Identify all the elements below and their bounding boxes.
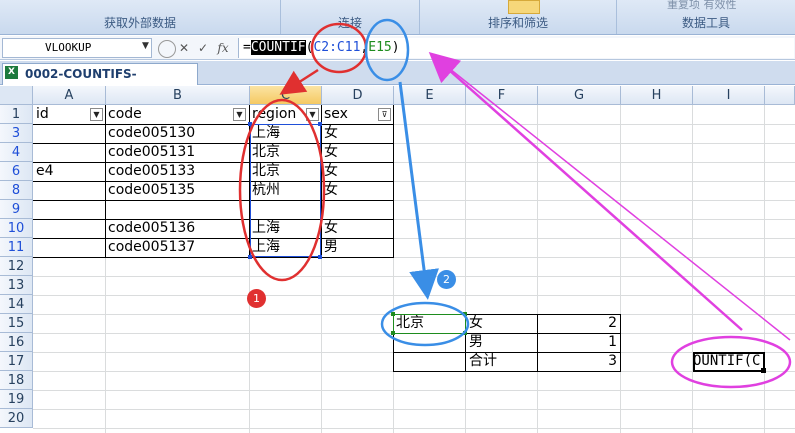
badge-2: 2 [437,270,456,289]
annotation-overlay [238,18,792,389]
magenta-ellipse-active-cell [670,335,792,389]
red-circle-formula-range [310,22,368,74]
badge-1: 1 [247,289,266,308]
blue-arrow [398,81,439,300]
red-ellipse-region-column [238,98,326,282]
magenta-arrow-line [444,64,791,341]
red-arrow [279,68,319,95]
blue-circle-formula-criteria [364,18,410,82]
magenta-arrow [428,52,743,331]
blue-ellipse-e15 [380,301,470,347]
